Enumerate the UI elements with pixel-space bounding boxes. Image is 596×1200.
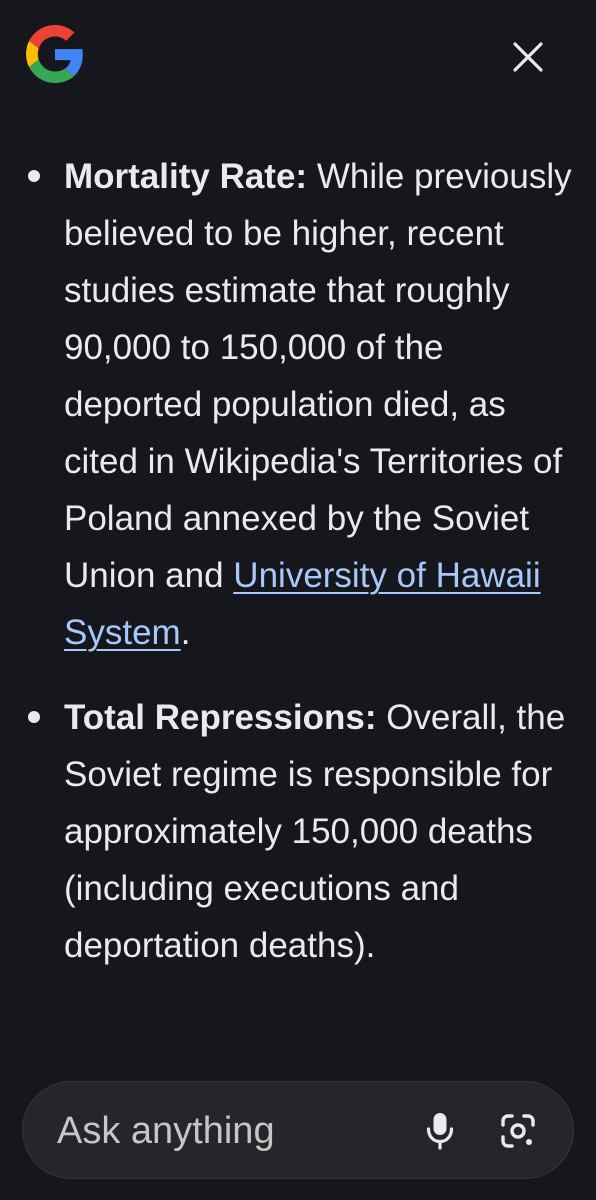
content-fade	[0, 1030, 596, 1070]
voice-search-button[interactable]	[413, 1104, 467, 1158]
google-answer-screen: Mortality Rate: While previously believe…	[0, 0, 596, 1200]
answer-content: Mortality Rate: While previously believe…	[0, 148, 596, 1056]
item-text: While previously believed to be higher, …	[64, 157, 572, 595]
top-bar	[0, 0, 596, 110]
item-term: Total Repressions:	[64, 698, 377, 737]
microphone-icon	[426, 1113, 454, 1150]
search-bar[interactable]	[22, 1081, 574, 1179]
list-item-total-repressions: Total Repressions: Overall, the Soviet r…	[0, 689, 596, 974]
google-lens-icon	[501, 1114, 535, 1148]
close-icon	[513, 42, 543, 72]
google-g-logo-icon	[26, 25, 84, 83]
bullet-dot	[28, 170, 40, 182]
search-input[interactable]	[57, 1104, 387, 1158]
item-term: Mortality Rate:	[64, 157, 308, 196]
close-button[interactable]	[500, 29, 556, 85]
bullet-dot	[28, 711, 40, 723]
list-item-mortality-rate: Mortality Rate: While previously believe…	[0, 148, 596, 661]
answer-list: Mortality Rate: While previously believe…	[0, 148, 596, 974]
item-text-end: .	[180, 613, 191, 652]
item-text: Overall, the Soviet regime is responsibl…	[64, 698, 566, 965]
google-lens-button[interactable]	[491, 1104, 545, 1158]
